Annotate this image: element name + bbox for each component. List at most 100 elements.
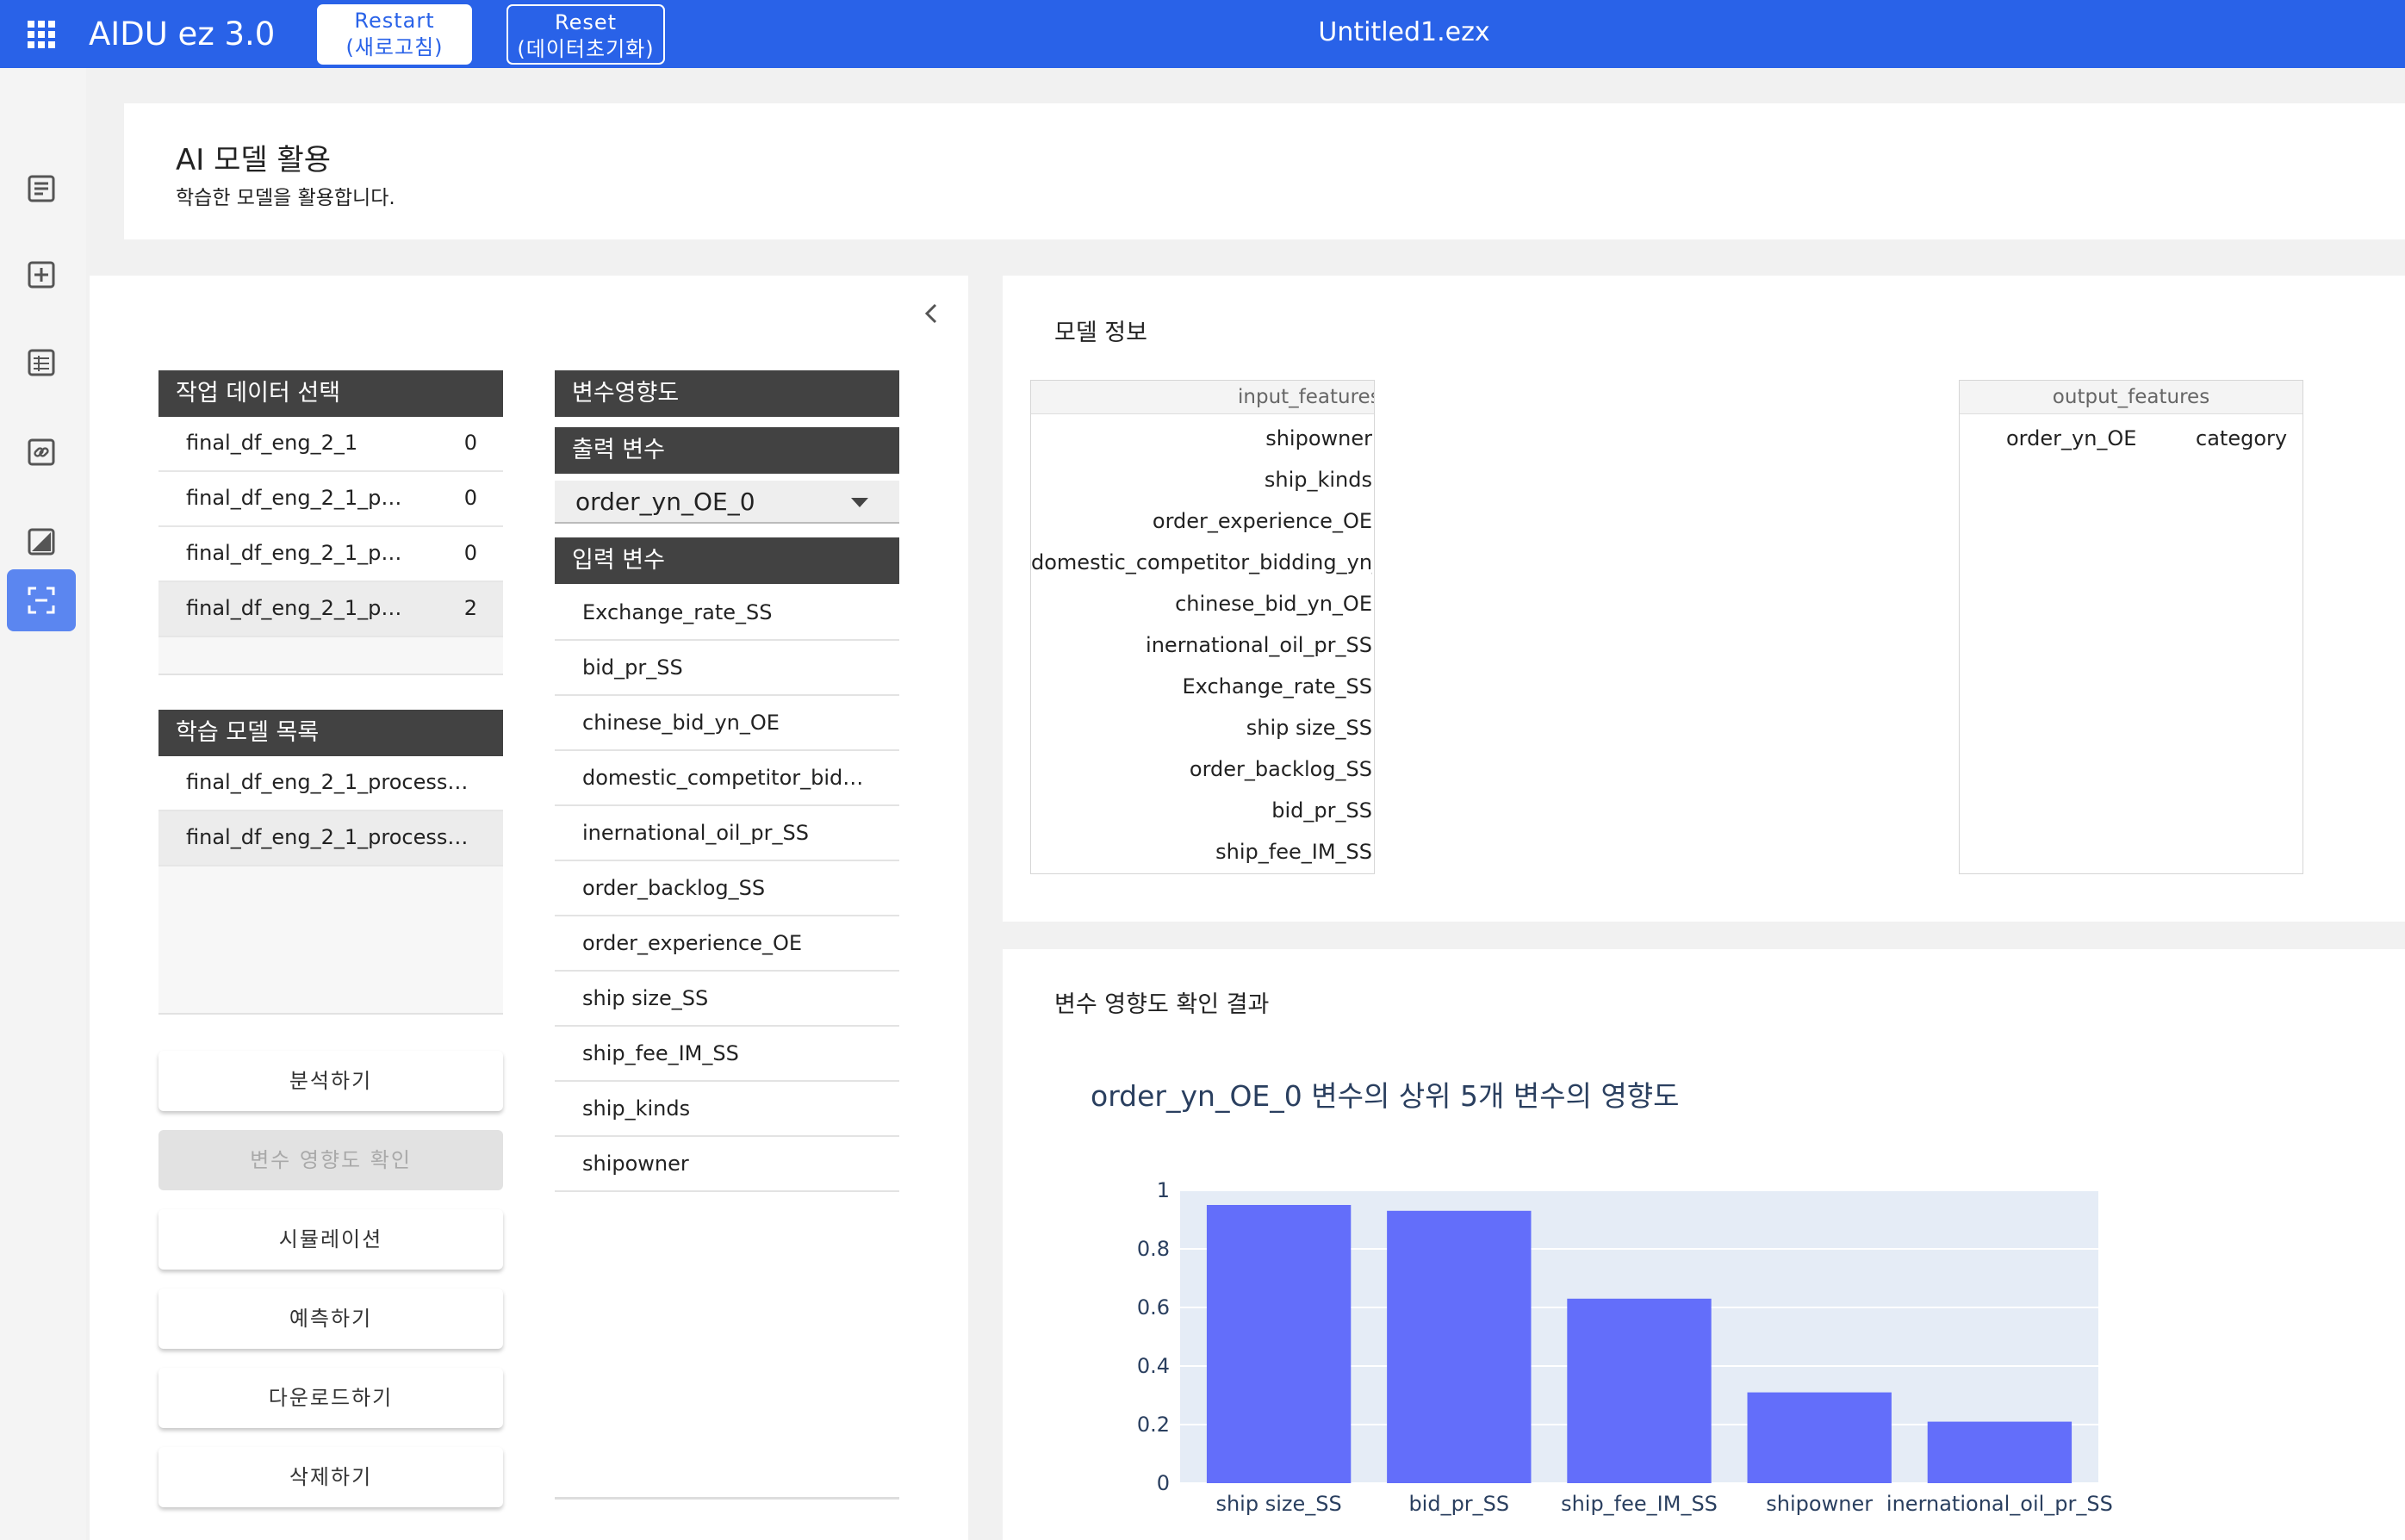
output-feature-name: order_yn_OE <box>2006 426 2137 450</box>
model-item-name: final_df_eng_2_1_process… <box>186 825 469 849</box>
simulation-button[interactable]: 시뮬레이션 <box>158 1209 503 1270</box>
input-feature-row: Exchange_rate_SS <box>1182 674 1373 699</box>
reset-sublabel: (데이터초기화) <box>517 37 655 61</box>
model-list: final_df_eng_2_1_process… final_df_eng_2… <box>158 756 503 1015</box>
x-tick-label: bid_pr_SS <box>1408 1492 1509 1516</box>
input-var-name: ship_kinds <box>582 1096 691 1121</box>
link-icon <box>28 438 55 466</box>
x-tick-label: ship_fee_IM_SS <box>1561 1492 1718 1516</box>
file-name: Untitled1.ezx <box>1318 17 1490 47</box>
output-var-header: 출력 변수 <box>555 427 899 474</box>
input-var-item[interactable]: order_backlog_SS <box>555 861 899 916</box>
chart-title-rest: 변수의 상위 5개 변수의 영향도 <box>1302 1079 1680 1113</box>
page-subtitle: 학습한 모델을 활용합니다. <box>176 187 395 209</box>
model-list-header: 학습 모델 목록 <box>158 710 503 756</box>
delete-button[interactable]: 삭제하기 <box>158 1447 503 1507</box>
input-var-name: ship_fee_IM_SS <box>582 1041 739 1065</box>
input-var-name: bid_pr_SS <box>582 655 683 680</box>
list-divider <box>158 1013 503 1015</box>
input-feature-row: ship size_SS <box>1246 716 1372 740</box>
y-tick-label: 0.4 <box>1137 1354 1170 1378</box>
output-var-value: order_yn_OE_0 <box>575 487 755 516</box>
input-var-item[interactable]: ship_fee_IM_SS <box>555 1027 899 1082</box>
data-item-count: 0 <box>463 431 477 455</box>
input-var-item[interactable]: ship size_SS <box>555 972 899 1027</box>
scan-focus-icon <box>28 587 55 614</box>
chart-box-icon <box>28 528 55 556</box>
x-tick-label: shipowner <box>1766 1492 1873 1516</box>
input-var-item[interactable]: bid_pr_SS <box>555 641 899 696</box>
data-item[interactable]: final_df_eng_2_1_p… 0 <box>158 527 503 582</box>
data-item-selected[interactable]: final_df_eng_2_1_p… 2 <box>158 582 503 637</box>
input-var-name: Exchange_rate_SS <box>582 600 773 624</box>
analyze-button[interactable]: 분석하기 <box>158 1051 503 1111</box>
data-item-name: final_df_eng_2_1_p… <box>186 596 402 620</box>
y-tick-label: 0.8 <box>1137 1237 1170 1261</box>
input-feature-row: order_experience_OE <box>1152 509 1372 533</box>
model-info-title: 모델 정보 <box>1054 320 1147 346</box>
input-var-item[interactable]: chinese_bid_yn_OE <box>555 696 899 751</box>
sidebar-item-link[interactable] <box>7 421 76 483</box>
y-tick-label: 0.2 <box>1137 1413 1170 1437</box>
input-feature-row: shipowner <box>1265 426 1372 450</box>
x-tick-label: ship size_SS <box>1215 1492 1341 1516</box>
plus-box-icon <box>28 261 55 289</box>
input-var-item[interactable]: shipowner <box>555 1137 899 1192</box>
importance-bar-chart: 0 0.2 0.4 0.6 0.8 1 ship size_SS bid_pr_SS ship_… <box>1137 1178 2113 1516</box>
chart-title: order_yn_OE_0 변수의 상위 5개 변수의 영향도 <box>1091 1073 1680 1115</box>
input-features-header: input_features <box>1031 381 1374 414</box>
apps-grid-icon[interactable] <box>28 21 55 48</box>
predict-button[interactable]: 예측하기 <box>158 1289 503 1349</box>
input-var-item[interactable]: order_experience_OE <box>555 916 899 972</box>
bar <box>1206 1205 1352 1483</box>
caret-down-icon <box>851 498 868 507</box>
input-features-header-label: input_features <box>1238 386 1375 408</box>
top-bar: AIDU ez 3.0 Restart (새로고침) Reset (데이터초기화… <box>0 0 2405 68</box>
input-var-item[interactable]: inernational_oil_pr_SS <box>555 806 899 861</box>
bar <box>1747 1392 1892 1483</box>
importance-result-title: 변수 영향도 확인 결과 <box>1054 991 1270 1018</box>
y-tick-label: 0 <box>1157 1471 1170 1495</box>
input-var-item[interactable]: domestic_competitor_bid… <box>555 751 899 806</box>
data-item-name: final_df_eng_2_1_p… <box>186 486 402 510</box>
data-item[interactable]: final_df_eng_2_1_p… 0 <box>158 472 503 527</box>
reset-button[interactable]: Reset (데이터초기화) <box>506 4 665 65</box>
input-var-name: domestic_competitor_bid… <box>582 766 864 790</box>
y-tick-label: 1 <box>1157 1178 1170 1202</box>
input-var-item[interactable]: Exchange_rate_SS <box>555 586 899 641</box>
bar <box>1927 1421 2073 1483</box>
x-tick-label: inernational_oil_pr_SS <box>1886 1492 2113 1516</box>
sidebar-item-add[interactable] <box>7 244 76 306</box>
sidebar-item-table[interactable] <box>7 332 76 394</box>
input-feature-row: ship_fee_IM_SS <box>1215 840 1372 864</box>
output-feature-type: category <box>2196 426 2288 450</box>
sidebar-item-chart[interactable] <box>7 511 76 573</box>
sidebar-item-model-use[interactable] <box>7 569 76 631</box>
download-button[interactable]: 다운로드하기 <box>158 1368 503 1428</box>
data-item-name: final_df_eng_2_1 <box>186 431 358 455</box>
data-item[interactable]: final_df_eng_2_1 0 <box>158 417 503 472</box>
restart-button[interactable]: Restart (새로고침) <box>317 4 472 65</box>
input-feature-row: chinese_bid_yn_OE <box>1175 592 1372 616</box>
chevron-left-icon[interactable] <box>920 300 944 327</box>
input-var-header: 입력 변수 <box>555 537 899 584</box>
page-header: AI 모델 활용 학습한 모델을 활용합니다. <box>124 103 2405 239</box>
model-item-selected[interactable]: final_df_eng_2_1_process… <box>158 811 503 866</box>
list-divider <box>158 674 503 675</box>
input-features-table: input_features shipowner ship_kinds order_… <box>1030 380 1375 874</box>
importance-header: 변수영향도 <box>555 370 899 417</box>
page-title: AI 모델 활용 <box>176 143 332 177</box>
output-var-select[interactable]: order_yn_OE_0 <box>555 481 899 524</box>
input-feature-row: ship_kinds <box>1264 468 1372 492</box>
app-title: AIDU ez 3.0 <box>89 16 276 53</box>
input-feature-row: inernational_oil_pr_SS <box>1146 633 1372 657</box>
input-var-item[interactable]: ship_kinds <box>555 1082 899 1137</box>
output-features-header: output_features <box>1960 381 2302 414</box>
bar <box>1387 1210 1532 1483</box>
importance-button[interactable]: 변수 영향도 확인 <box>158 1130 503 1190</box>
data-item-count: 2 <box>463 596 477 620</box>
input-var-name: ship size_SS <box>582 986 709 1010</box>
model-item[interactable]: final_df_eng_2_1_process… <box>158 756 503 811</box>
sidebar-item-data-list[interactable] <box>7 158 76 220</box>
reset-label: Reset <box>554 10 618 34</box>
